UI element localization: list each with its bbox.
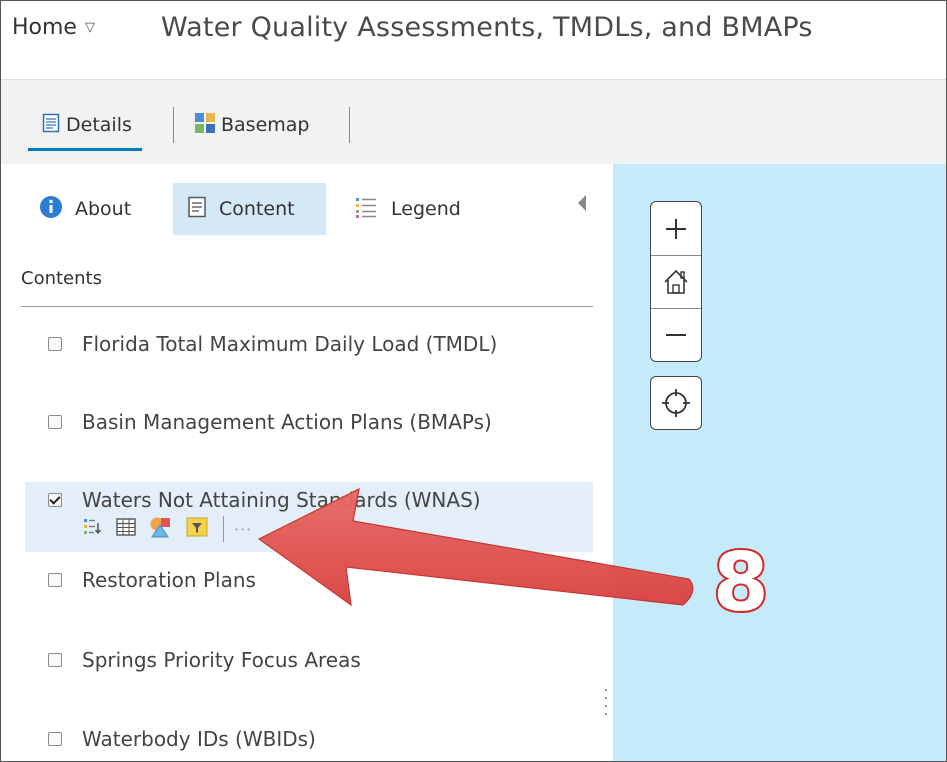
tab-divider — [173, 107, 174, 143]
layer-label: Florida Total Maximum Daily Load (TMDL) — [82, 332, 498, 356]
layer-label: Basin Management Action Plans (BMAPs) — [82, 410, 492, 434]
zoom-control — [650, 201, 702, 362]
default-extent-button[interactable] — [651, 255, 701, 309]
legend-list-icon — [355, 196, 377, 223]
more-options-icon[interactable]: ··· — [234, 520, 252, 539]
default-extent-home-icon — [664, 269, 688, 294]
layer-label: Springs Priority Focus Areas — [82, 648, 361, 672]
layer-item[interactable]: Waters Not Attaining Standards (WNAS) — [48, 488, 481, 512]
attribute-table-icon[interactable] — [116, 518, 136, 540]
zoom-out-button[interactable] — [651, 308, 701, 361]
step-number-badge: 8 — [711, 536, 771, 629]
info-icon — [39, 195, 63, 224]
map-view[interactable] — [613, 164, 946, 761]
pane-resize-handle[interactable] — [605, 689, 608, 721]
layer-label: Restoration Plans — [82, 568, 256, 592]
contents-heading: Contents — [21, 268, 102, 289]
change-style-icon[interactable] — [149, 516, 173, 542]
layer-label: Waterbody IDs (WBIDs) — [82, 727, 316, 751]
tab-bar: Details Basemap — [1, 79, 946, 165]
tab-about[interactable]: About — [39, 183, 131, 235]
show-legend-icon[interactable] — [83, 517, 103, 541]
layer-label: Waters Not Attaining Standards (WNAS) — [82, 488, 481, 512]
home-label: Home — [12, 15, 77, 40]
layer-checkbox[interactable] — [48, 732, 62, 746]
filter-icon[interactable] — [186, 517, 208, 541]
content-doc-icon — [187, 196, 207, 223]
tab-basemap[interactable]: Basemap — [194, 110, 309, 140]
zoom-out-icon — [666, 333, 686, 336]
layer-item[interactable]: Springs Priority Focus Areas — [48, 648, 361, 672]
layer-checkbox[interactable] — [48, 573, 62, 587]
home-menu[interactable]: Home ▽ — [12, 15, 95, 40]
app-window: Home ▽ Water Quality Assessments, TMDLs, … — [0, 0, 947, 762]
page-title: Water Quality Assessments, TMDLs, and BM… — [161, 12, 813, 43]
details-doc-icon — [41, 113, 61, 138]
toolbar-divider — [223, 516, 224, 542]
layer-item[interactable]: Basin Management Action Plans (BMAPs) — [48, 410, 492, 434]
layer-item[interactable]: Waterbody IDs (WBIDs) — [48, 727, 316, 751]
layer-checkbox[interactable] — [48, 493, 62, 507]
locate-button[interactable] — [650, 376, 702, 430]
zoom-in-button[interactable] — [651, 202, 701, 256]
layer-checkbox[interactable] — [48, 653, 62, 667]
tab-details[interactable]: Details — [28, 110, 142, 151]
tab-divider — [349, 107, 350, 143]
divider — [21, 306, 593, 307]
basemap-grid-icon — [194, 112, 216, 139]
layer-item[interactable]: Florida Total Maximum Daily Load (TMDL) — [48, 332, 497, 356]
layer-checkbox[interactable] — [48, 415, 62, 429]
layer-toolbar: ··· — [83, 516, 252, 542]
header: Home ▽ Water Quality Assessments, TMDLs, … — [1, 1, 946, 79]
layer-item[interactable]: Restoration Plans — [48, 568, 256, 592]
collapse-pane-icon[interactable] — [578, 195, 586, 211]
tab-about-label: About — [75, 198, 132, 220]
tab-legend-label: Legend — [391, 198, 461, 220]
zoom-in-icon — [666, 218, 686, 239]
layer-checkbox[interactable] — [48, 337, 62, 351]
tab-legend[interactable]: Legend — [355, 183, 461, 235]
tab-content-label: Content — [219, 198, 295, 220]
chevron-down-icon: ▽ — [84, 20, 95, 35]
content-pane: About Content Legend Contents Florida To… — [1, 164, 613, 761]
tab-basemap-label: Basemap — [221, 114, 310, 136]
tab-content[interactable]: Content — [173, 183, 326, 235]
tab-details-label: Details — [66, 114, 132, 136]
locate-icon — [662, 389, 690, 417]
